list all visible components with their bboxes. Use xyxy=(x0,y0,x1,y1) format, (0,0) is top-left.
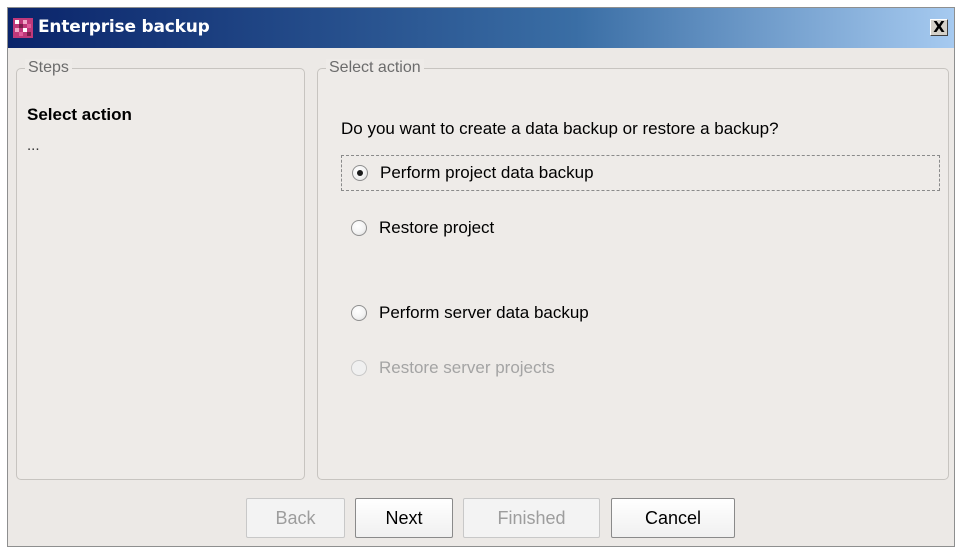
radio-disabled-icon xyxy=(351,360,367,376)
app-icon xyxy=(13,18,33,38)
radio-selected-icon[interactable] xyxy=(352,165,368,181)
current-step: Select action xyxy=(27,105,132,124)
radio-icon[interactable] xyxy=(351,220,367,236)
back-button: Back xyxy=(246,498,345,538)
option-restore-project[interactable]: Restore project xyxy=(341,210,494,246)
finished-button: Finished xyxy=(463,498,600,538)
option-restore-server-projects: Restore server projects xyxy=(341,350,555,386)
window-title: Enterprise backup xyxy=(38,17,210,37)
option-label: Restore project xyxy=(379,218,495,237)
enterprise-backup-dialog: Enterprise backup X Steps Select action … xyxy=(7,7,955,547)
more-steps: ... xyxy=(27,137,40,154)
select-action-legend: Select action xyxy=(326,59,424,77)
radio-icon[interactable] xyxy=(351,305,367,321)
option-label: Perform server data backup xyxy=(379,303,589,322)
button-bar: Back Next Finished Cancel xyxy=(8,498,954,538)
close-button[interactable]: X xyxy=(930,19,948,36)
question-text: Do you want to create a data backup or r… xyxy=(341,119,779,138)
option-perform-server-backup[interactable]: Perform server data backup xyxy=(341,295,589,331)
select-action-panel: Select action Do you want to create a da… xyxy=(317,59,949,480)
cancel-button[interactable]: Cancel xyxy=(611,498,735,538)
steps-panel: Steps Select action ... xyxy=(16,59,305,480)
steps-legend: Steps xyxy=(25,59,72,77)
option-perform-project-backup[interactable]: Perform project data backup xyxy=(341,155,940,191)
title-bar[interactable]: Enterprise backup X xyxy=(8,8,954,48)
option-label: Restore server projects xyxy=(379,358,555,377)
next-button[interactable]: Next xyxy=(355,498,453,538)
option-label: Perform project data backup xyxy=(380,163,594,182)
